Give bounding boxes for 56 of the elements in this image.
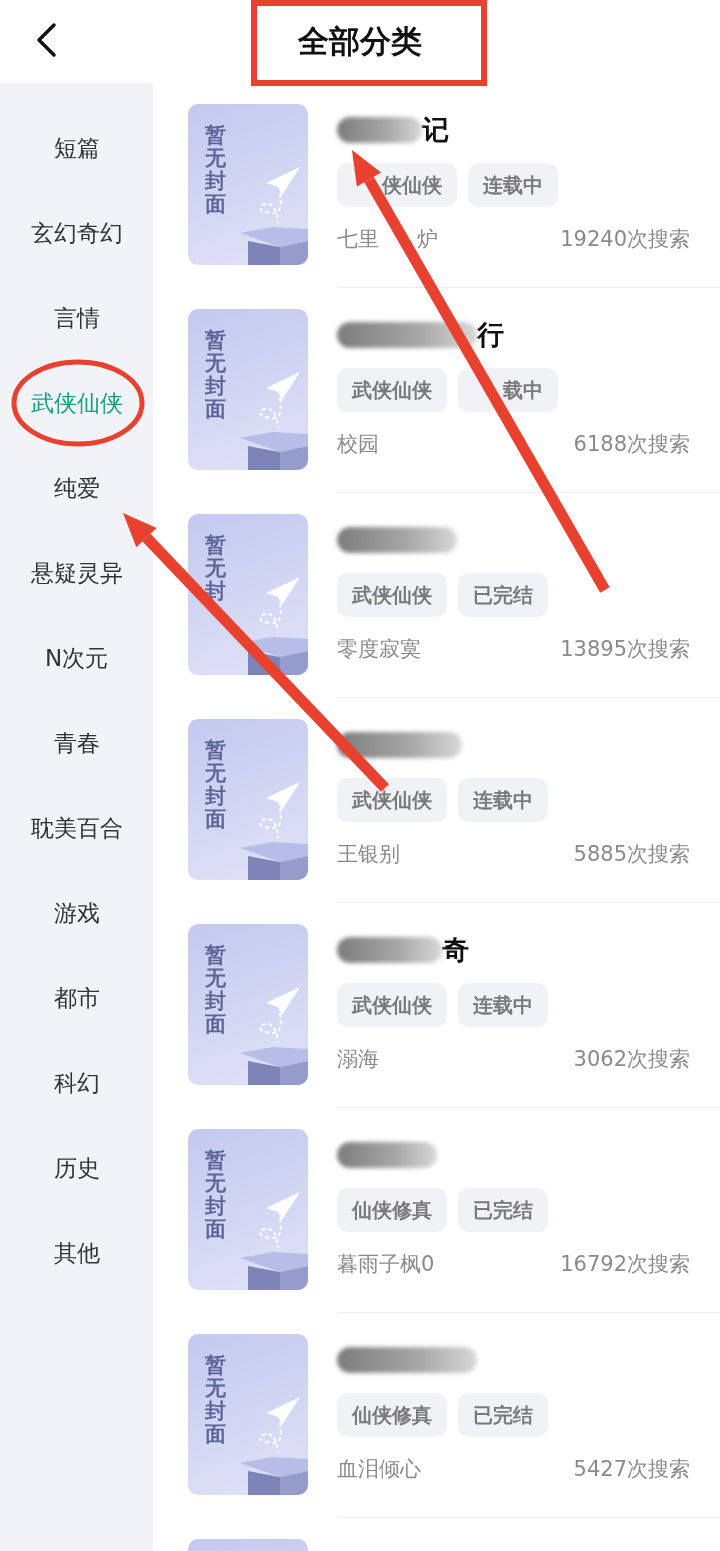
- genre-tag: 仙侠修真: [337, 1188, 447, 1232]
- author-name: 七里: [337, 226, 379, 253]
- category-item[interactable]: 都市: [0, 956, 153, 1041]
- book-cover[interactable]: 暂无封面: [188, 104, 308, 265]
- book-cover[interactable]: 暂无封面: [188, 719, 308, 880]
- page-title: 全部分类: [298, 21, 422, 61]
- author-name: 零度寂寞: [337, 636, 421, 663]
- category-item[interactable]: 纯爱: [0, 446, 153, 531]
- search-count: 6188次搜索: [573, 431, 690, 458]
- search-count: 5427次搜索: [573, 1456, 690, 1483]
- status-tag: 连载中: [468, 163, 558, 207]
- category-item[interactable]: 游戏: [0, 871, 153, 956]
- cover-text: 暂无封面: [205, 944, 226, 1037]
- author-name: 溺海: [337, 1046, 379, 1073]
- genre-tag: 武侠仙侠: [337, 368, 447, 412]
- cover-text: 暂无封面: [205, 739, 226, 832]
- book-cover[interactable]: 暂无封面: [188, 1334, 308, 1495]
- cover-text: 暂无封面: [205, 124, 226, 217]
- book-cover[interactable]: 暂无封面: [188, 309, 308, 470]
- category-item[interactable]: 青春: [0, 701, 153, 786]
- genre-tag: 武侠仙侠: [337, 983, 447, 1027]
- author-name: 暮雨子枫0: [337, 1251, 435, 1278]
- genre-tag: 武侠仙侠: [337, 573, 447, 617]
- author-name: 校园: [337, 431, 379, 458]
- category-item[interactable]: 短篇: [0, 106, 153, 191]
- search-count: 19240次搜索: [560, 226, 690, 253]
- book-cover[interactable]: 暂无封面: [188, 924, 308, 1085]
- status-tag: 连载中: [458, 778, 548, 822]
- status-tag: 已完结: [458, 573, 548, 617]
- author-name: 血泪倾心: [337, 1456, 421, 1483]
- status-tag: 连载中: [458, 983, 548, 1027]
- book-cover[interactable]: 暂无封面: [188, 1129, 308, 1290]
- cover-text: 暂无封面: [205, 1354, 226, 1447]
- category-item[interactable]: 历史: [0, 1126, 153, 1211]
- category-item[interactable]: 其他: [0, 1211, 153, 1296]
- author-name: 王银别: [337, 841, 400, 868]
- genre-tag: 仙侠修真: [337, 1393, 447, 1437]
- category-item[interactable]: 悬疑灵异: [0, 531, 153, 616]
- book-title[interactable]: 记: [422, 112, 449, 148]
- author-name: 炉: [417, 226, 438, 253]
- search-count: 16792次搜索: [560, 1251, 690, 1278]
- genre-tag: 武侠仙侠: [337, 778, 447, 822]
- category-item[interactable]: 科幻: [0, 1041, 153, 1126]
- category-item[interactable]: 言情: [0, 276, 153, 361]
- status-tag: 已完结: [458, 1393, 548, 1437]
- cover-text: 暂无封面: [205, 1149, 226, 1242]
- book-title[interactable]: 奇: [442, 932, 469, 968]
- search-count: 13895次搜索: [560, 636, 690, 663]
- category-item[interactable]: 耽美百合: [0, 786, 153, 871]
- search-count: 5885次搜索: [573, 841, 690, 868]
- cover-text: 暂无封面: [205, 329, 226, 422]
- search-count: 3062次搜索: [573, 1046, 690, 1073]
- status-tag: 已完结: [458, 1188, 548, 1232]
- book-title[interactable]: 行: [477, 317, 504, 353]
- category-item[interactable]: 玄幻奇幻: [0, 191, 153, 276]
- category-item[interactable]: N次元: [0, 616, 153, 701]
